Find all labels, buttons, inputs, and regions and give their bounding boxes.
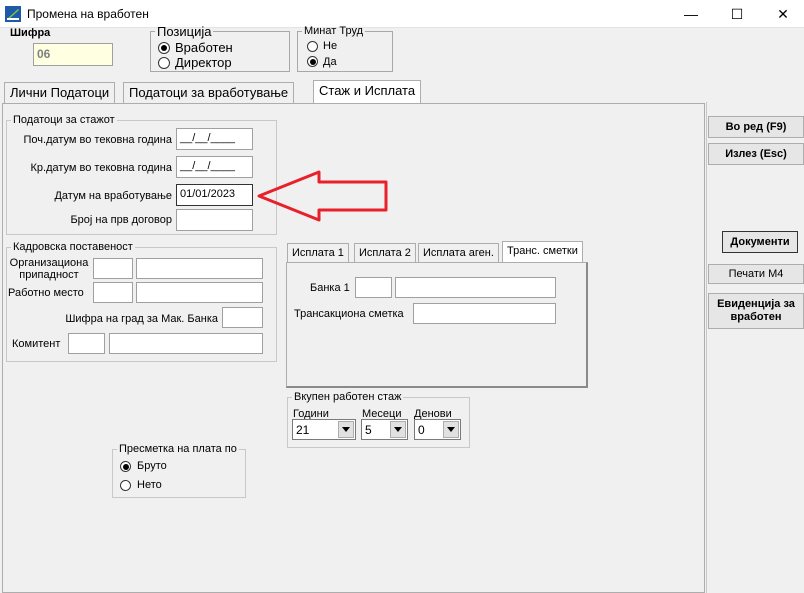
minimize-button[interactable]: — — [668, 0, 714, 28]
tab-isplata-agen[interactable]: Исплата аген. — [418, 243, 499, 263]
app-logo-icon — [5, 6, 21, 22]
red-arrow-shape — [257, 170, 388, 222]
komitent-code-field[interactable] — [68, 333, 105, 354]
chevron-down-icon — [342, 427, 350, 432]
radio-ne[interactable] — [307, 41, 318, 52]
transakciona-field[interactable] — [413, 303, 556, 324]
org-code-field[interactable] — [93, 258, 133, 279]
rabotno-name-field[interactable] — [136, 282, 263, 303]
title-bar: Промена на вработен — ☐ ✕ — [0, 0, 804, 28]
form-body: Шифра 06 Позиција Вработен Директор Мина… — [0, 24, 804, 593]
datum-vrabotuvanje-field[interactable]: 01/01/2023 — [176, 184, 253, 206]
datum-vrabotuvanje-label: Датум на вработување — [54, 190, 172, 202]
radio-direktor[interactable] — [158, 57, 170, 69]
radio-neto-label: Нето — [137, 479, 162, 491]
staz-legend: Податоци за стажот — [13, 114, 115, 126]
red-arrow-annotation — [257, 170, 388, 222]
radio-vraboten[interactable] — [158, 42, 170, 54]
minat-trud-legend: Минат Труд — [304, 25, 364, 37]
meseci-dropdown-button[interactable] — [390, 421, 406, 438]
kr-datum-field[interactable]: __/__/____ — [176, 156, 253, 178]
radio-neto[interactable] — [120, 480, 131, 491]
banka-code-field[interactable] — [355, 277, 392, 298]
kr-datum-label: Кр.датум во тековна година — [30, 162, 172, 174]
meseci-value: 5 — [365, 423, 372, 437]
komitent-name-field[interactable] — [109, 333, 263, 354]
org-name-field[interactable] — [136, 258, 263, 279]
tab-isplata-2[interactable]: Исплата 2 — [354, 243, 416, 263]
transakciona-label: Трансакциона сметка — [294, 308, 404, 320]
radio-vraboten-label: Вработен — [175, 40, 233, 55]
banka-name-field[interactable] — [395, 277, 556, 298]
godini-value: 21 — [296, 423, 310, 437]
sifra-label: Шифра — [10, 27, 51, 39]
meseci-select[interactable]: 5 — [361, 419, 408, 440]
banka-label: Банка 1 — [310, 282, 350, 294]
denovi-select[interactable]: 0 — [414, 419, 461, 440]
tab-podatoci-za-vrabotuvanje[interactable]: Податоци за вработување — [123, 82, 295, 104]
org-pripadnost-label: Организациона припадност — [9, 257, 89, 281]
kadrovska-legend: Кадровска поставеност — [13, 241, 133, 253]
sifra-grad-field[interactable] — [222, 307, 263, 328]
broj-dogovor-field[interactable] — [176, 209, 253, 231]
dokumenti-button[interactable]: Документи — [722, 231, 798, 253]
radio-bruto[interactable] — [120, 461, 131, 472]
close-button[interactable]: ✕ — [760, 0, 804, 28]
komitent-label: Комитент — [12, 338, 61, 350]
tab-licni-podatoci[interactable]: Лични Податоци — [4, 82, 116, 104]
tab-staz-i-isplata[interactable]: Стаж и Исплата — [313, 80, 422, 104]
maximize-button[interactable]: ☐ — [714, 0, 760, 28]
denovi-dropdown-button[interactable] — [443, 421, 459, 438]
denovi-value: 0 — [418, 423, 425, 437]
pozicija-legend: Позиција — [157, 24, 212, 39]
godini-dropdown-button[interactable] — [338, 421, 354, 438]
chevron-down-icon — [394, 427, 402, 432]
broj-dogovor-label: Број на прв договор — [70, 214, 172, 226]
radio-ne-label: Не — [323, 40, 338, 52]
radio-bruto-label: Бруто — [137, 460, 167, 472]
pecati-m4-button[interactable]: Печати М4 — [708, 264, 804, 284]
radio-da-label: Да — [323, 56, 337, 68]
presmetka-legend: Пресметка на плата по — [119, 443, 237, 455]
rabotno-mesto-label: Работно место — [8, 287, 84, 299]
chevron-down-icon — [447, 427, 455, 432]
tab-isplata-1[interactable]: Исплата 1 — [287, 243, 349, 263]
vkupen-staz-legend: Вкупен работен стаж — [294, 391, 402, 403]
poc-datum-field[interactable]: __/__/____ — [176, 128, 253, 150]
izlez-button[interactable]: Излез (Esc) — [708, 143, 804, 165]
poc-datum-label: Поч.датум во тековна година — [23, 134, 173, 146]
evidencija-button[interactable]: Евиденција за вработен — [708, 293, 804, 329]
radio-direktor-label: Директор — [175, 55, 232, 70]
godini-select[interactable]: 21 — [292, 419, 356, 440]
sifra-field[interactable]: 06 — [33, 43, 113, 66]
sifra-grad-label: Шифра на град за Мак. Банка — [65, 313, 218, 325]
vo-red-button[interactable]: Во ред (F9) — [708, 116, 804, 138]
rabotno-code-field[interactable] — [93, 282, 133, 303]
side-panel — [706, 102, 804, 593]
tab-trans-smetki[interactable]: Транс. сметки — [502, 241, 583, 263]
radio-da[interactable] — [307, 56, 318, 67]
presmetka-group: Пресметка на плата по — [112, 444, 246, 498]
window-title: Промена на вработен — [27, 7, 149, 21]
